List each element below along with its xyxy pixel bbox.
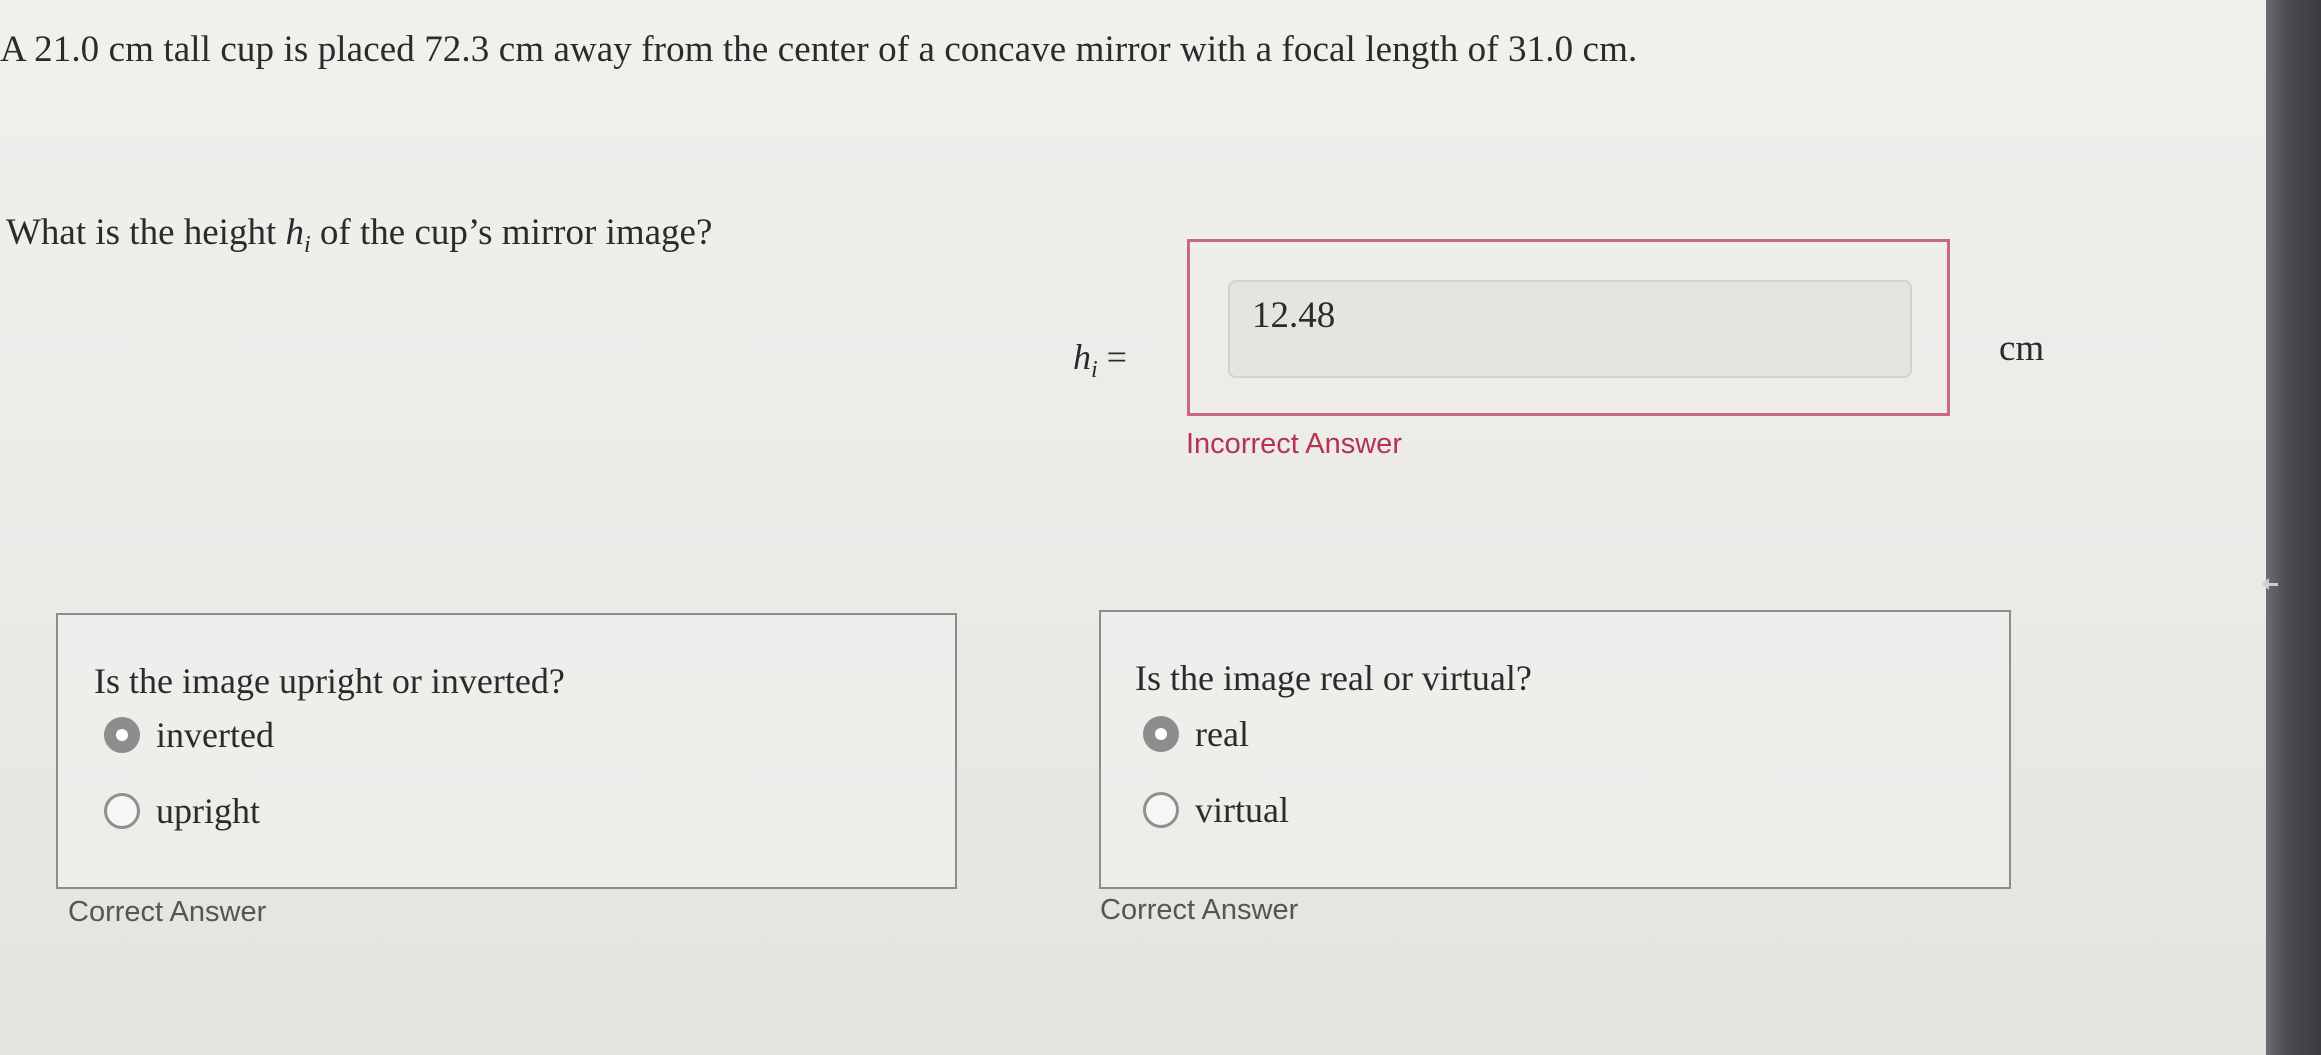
answer-label-equals: =: [1097, 337, 1127, 377]
option-upright[interactable]: upright: [104, 790, 260, 832]
option-virtual[interactable]: virtual: [1143, 789, 1289, 831]
orientation-correct-feedback: Correct Answer: [68, 896, 267, 928]
problem-statement: A 21.0 cm tall cup is placed 72.3 cm awa…: [0, 29, 1638, 70]
height-question-text-after: of the cup’s mirror image?: [310, 212, 713, 253]
height-question: What is the height hi of the cup’s mirro…: [6, 211, 712, 259]
option-real-label: real: [1195, 714, 1249, 754]
incorrect-answer-feedback: Incorrect Answer: [1186, 428, 1402, 460]
question-page: A 21.0 cm tall cup is placed 72.3 cm awa…: [0, 0, 2266, 1055]
option-real[interactable]: real: [1143, 713, 1249, 755]
height-subscript: i: [304, 232, 311, 258]
radio-real[interactable]: [1143, 716, 1179, 752]
nature-correct-feedback: Correct Answer: [1100, 894, 1299, 926]
arrow-left-icon: [2262, 578, 2278, 590]
option-inverted[interactable]: inverted: [104, 714, 274, 756]
orientation-question-prompt: Is the image upright or inverted?: [94, 661, 565, 701]
option-virtual-label: virtual: [1195, 790, 1289, 830]
answer-label-symbol: h: [1073, 337, 1091, 377]
height-question-text-before: What is the height: [6, 212, 286, 253]
nature-question-prompt: Is the image real or virtual?: [1135, 658, 1532, 698]
radio-virtual[interactable]: [1143, 792, 1179, 828]
answer-label: hi =: [1073, 336, 1127, 384]
answer-unit: cm: [1999, 328, 2045, 369]
height-symbol: h: [285, 212, 305, 253]
option-inverted-label: inverted: [156, 715, 274, 755]
height-answer-input[interactable]: [1228, 280, 1912, 378]
radio-inverted[interactable]: [104, 717, 140, 753]
answer-label-subscript: i: [1091, 357, 1098, 383]
screen-edge: [2266, 0, 2321, 1055]
radio-upright[interactable]: [104, 793, 140, 829]
option-upright-label: upright: [156, 791, 260, 831]
